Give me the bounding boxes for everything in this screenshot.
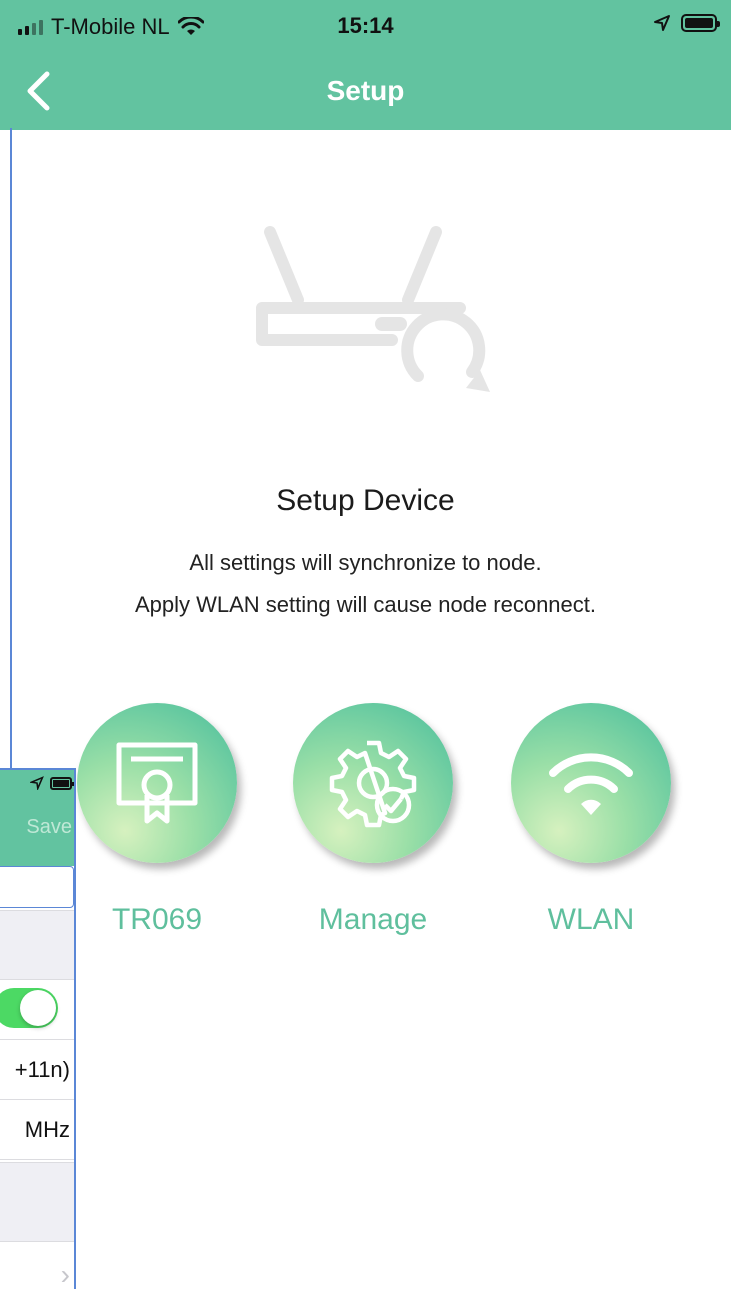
setup-device-heading: Setup Device bbox=[276, 484, 455, 517]
battery-icon bbox=[681, 14, 720, 32]
page-title: Setup bbox=[326, 75, 405, 106]
manage-button[interactable]: Manage bbox=[290, 703, 456, 937]
status-bar: T-Mobile NL 15:14 bbox=[0, 0, 731, 52]
location-arrow-icon bbox=[30, 776, 44, 790]
chevron-right-icon: › bbox=[60, 1259, 70, 1289]
bandwidth-value: MHz bbox=[24, 1117, 70, 1142]
screen-edge bbox=[10, 128, 12, 773]
wlan-button[interactable]: WLAN bbox=[508, 703, 674, 937]
setup-screen: T-Mobile NL 15:14 Setup Setup Device All… bbox=[0, 0, 731, 1289]
description-line-1: All settings will synchronize to node. bbox=[189, 550, 542, 575]
status-right bbox=[653, 14, 720, 32]
navigation-bar: Setup bbox=[0, 52, 731, 130]
battery-icon bbox=[50, 777, 74, 790]
section-header bbox=[0, 910, 74, 980]
text-field[interactable] bbox=[0, 866, 74, 908]
bandwidth-row[interactable]: MHz bbox=[0, 1100, 74, 1160]
status-time: 15:14 bbox=[337, 13, 394, 38]
save-button[interactable]: Save bbox=[26, 816, 72, 839]
navigation-row[interactable]: › bbox=[0, 1242, 74, 1289]
description-line-2: Apply WLAN setting will cause node recon… bbox=[134, 592, 596, 617]
manage-circle bbox=[293, 703, 453, 863]
location-arrow-icon bbox=[654, 15, 670, 31]
enable-toggle[interactable] bbox=[0, 988, 58, 1028]
mode-row[interactable]: +11n) bbox=[0, 1040, 74, 1100]
section-header bbox=[0, 1162, 74, 1242]
background-settings-screen: Save +11n) MHz › bbox=[0, 768, 76, 1289]
router-sync-icon bbox=[256, 226, 490, 392]
manage-label: Manage bbox=[318, 903, 428, 936]
tr069-button[interactable]: TR069 bbox=[74, 703, 240, 937]
mode-value: +11n) bbox=[14, 1057, 70, 1082]
tr069-circle bbox=[77, 703, 237, 863]
wlan-circle bbox=[511, 703, 671, 863]
background-status-bar bbox=[0, 770, 74, 800]
wifi-icon bbox=[549, 753, 633, 815]
tr069-label: TR069 bbox=[111, 903, 203, 936]
wlan-label: WLAN bbox=[547, 903, 635, 936]
certificate-icon bbox=[116, 742, 198, 824]
background-nav-bar: Save bbox=[0, 800, 74, 866]
gear-check-icon bbox=[329, 740, 417, 828]
enable-toggle-row bbox=[0, 980, 74, 1040]
